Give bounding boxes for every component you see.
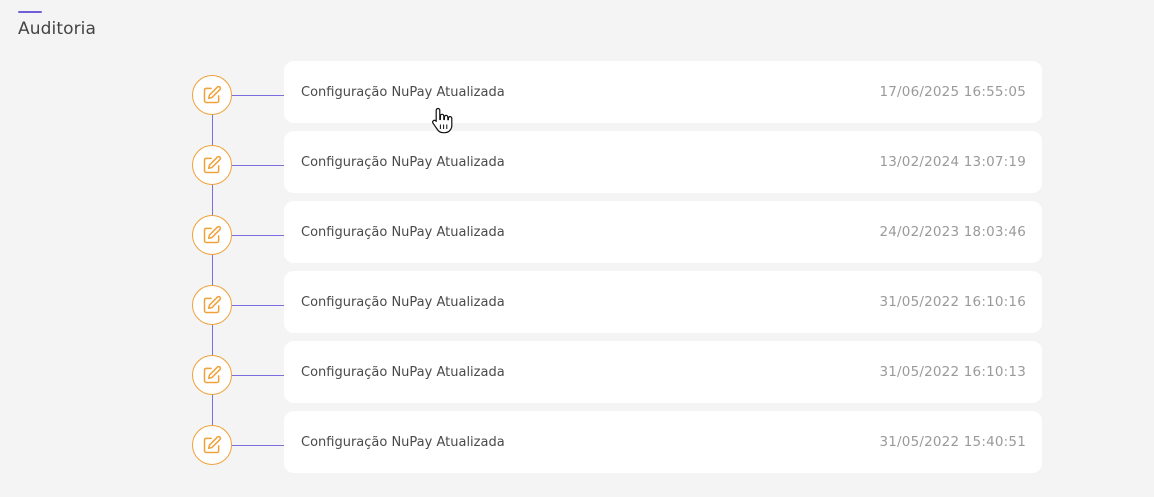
audit-entry-text: Configuração NuPay Atualizada — [301, 224, 505, 240]
audit-entry-datetime: 13/02/2024 13:07:19 — [879, 154, 1026, 170]
audit-entry-text: Configuração NuPay Atualizada — [301, 154, 505, 170]
audit-timeline: Configuração NuPay Atualizada 17/06/2025… — [0, 0, 1154, 497]
timeline-node — [192, 145, 232, 185]
timeline-node — [192, 215, 232, 255]
edit-icon — [203, 225, 222, 244]
timeline-connector — [232, 95, 284, 96]
timeline-entry: Configuração NuPay Atualizada 13/02/2024… — [0, 131, 1154, 193]
timeline-entry: Configuração NuPay Atualizada 17/06/2025… — [0, 61, 1154, 123]
audit-entry-card[interactable]: Configuração NuPay Atualizada 17/06/2025… — [284, 61, 1042, 123]
timeline-connector — [232, 165, 284, 166]
timeline-connector — [232, 375, 284, 376]
audit-entry-card[interactable]: Configuração NuPay Atualizada 31/05/2022… — [284, 271, 1042, 333]
audit-entry-card[interactable]: Configuração NuPay Atualizada 31/05/2022… — [284, 411, 1042, 473]
audit-entry-text: Configuração NuPay Atualizada — [301, 434, 505, 450]
timeline-node — [192, 425, 232, 465]
timeline-entry: Configuração NuPay Atualizada 31/05/2022… — [0, 341, 1154, 403]
audit-entry-datetime: 17/06/2025 16:55:05 — [879, 84, 1026, 100]
audit-entry-card[interactable]: Configuração NuPay Atualizada 24/02/2023… — [284, 201, 1042, 263]
edit-icon — [203, 295, 222, 314]
edit-icon — [203, 435, 222, 454]
audit-entry-datetime: 31/05/2022 16:10:13 — [879, 364, 1026, 380]
timeline-connector — [232, 235, 284, 236]
edit-icon — [203, 155, 222, 174]
timeline-node — [192, 75, 232, 115]
timeline-entry: Configuração NuPay Atualizada 24/02/2023… — [0, 201, 1154, 263]
audit-entry-card[interactable]: Configuração NuPay Atualizada 31/05/2022… — [284, 341, 1042, 403]
timeline-node — [192, 285, 232, 325]
audit-entry-text: Configuração NuPay Atualizada — [301, 294, 505, 310]
edit-icon — [203, 85, 222, 104]
timeline-node — [192, 355, 232, 395]
timeline-connector — [232, 305, 284, 306]
audit-entry-datetime: 31/05/2022 16:10:16 — [879, 294, 1026, 310]
audit-entry-text: Configuração NuPay Atualizada — [301, 84, 505, 100]
audit-entry-datetime: 31/05/2022 15:40:51 — [879, 434, 1026, 450]
audit-entry-datetime: 24/02/2023 18:03:46 — [879, 224, 1026, 240]
audit-entry-text: Configuração NuPay Atualizada — [301, 364, 505, 380]
timeline-entry: Configuração NuPay Atualizada 31/05/2022… — [0, 411, 1154, 473]
timeline-entry: Configuração NuPay Atualizada 31/05/2022… — [0, 271, 1154, 333]
timeline-connector — [232, 445, 284, 446]
audit-entry-card[interactable]: Configuração NuPay Atualizada 13/02/2024… — [284, 131, 1042, 193]
edit-icon — [203, 365, 222, 384]
audit-page: Auditoria Configuração NuPay Atualizada … — [0, 0, 1154, 497]
